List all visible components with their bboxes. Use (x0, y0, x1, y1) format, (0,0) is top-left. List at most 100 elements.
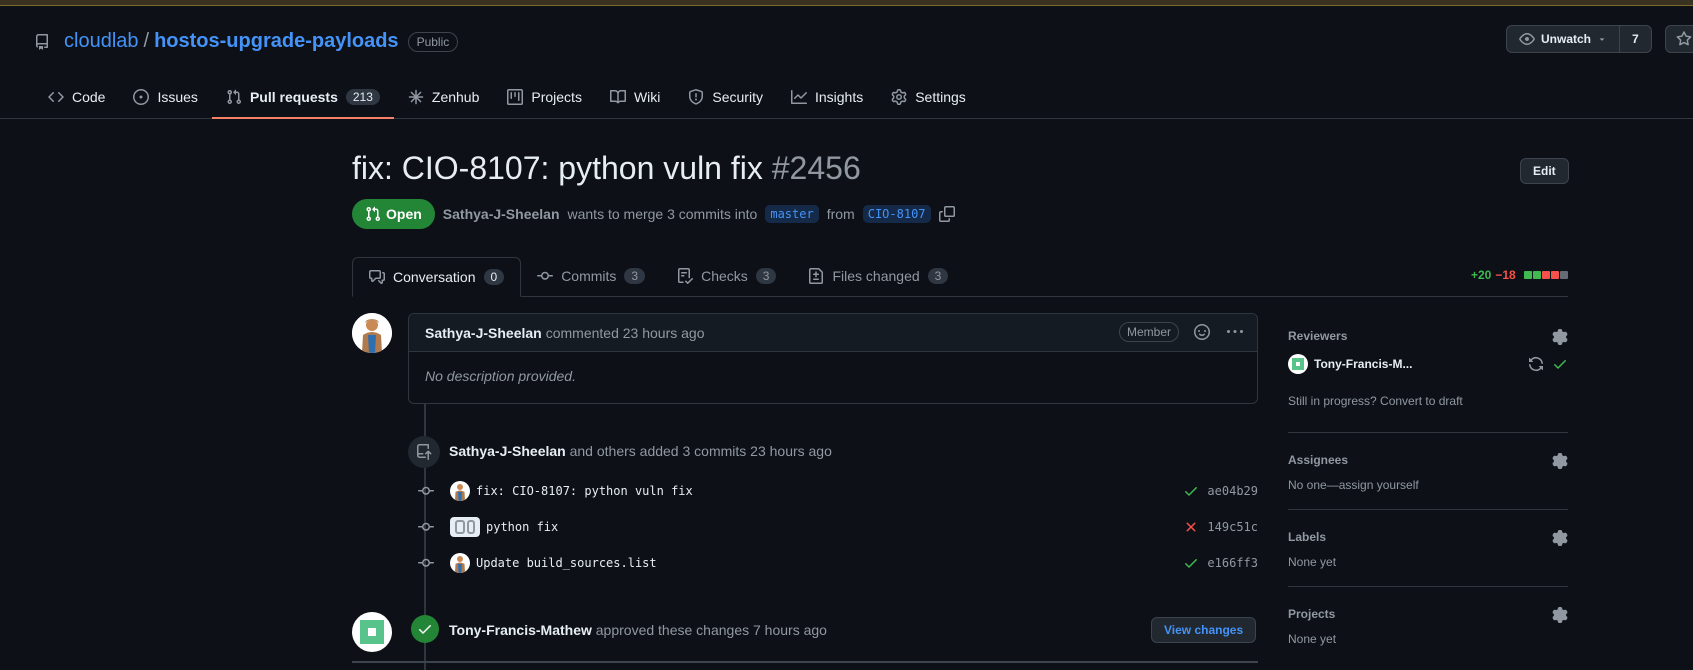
comment-author-link[interactable]: Sathya-J-Sheelan (425, 325, 542, 341)
convert-to-draft-link[interactable]: Still in progress? Convert to draft (1288, 394, 1463, 408)
pull-requests-counter: 213 (345, 88, 380, 105)
commit-message-link[interactable]: Update build_sources.list (476, 556, 657, 570)
reviewer-name: Tony-Francis-M... (1314, 357, 1413, 371)
unwatch-button[interactable]: Unwatch (1506, 25, 1621, 53)
x-icon[interactable] (1183, 519, 1199, 535)
sync-icon[interactable] (1528, 356, 1544, 372)
caret-down-icon (1599, 38, 1605, 41)
eye-icon (1519, 33, 1535, 45)
reviewer-item[interactable]: Tony-Francis-M... (1288, 354, 1568, 374)
tab-issues[interactable]: Issues (119, 74, 211, 119)
check-icon[interactable] (1183, 555, 1199, 571)
status-badge: Open (352, 199, 435, 229)
commits-event-description: and others added 3 commits 23 hours ago (569, 443, 832, 459)
page-title: fix: CIO-8107: python vuln fix #2456 (352, 150, 861, 187)
commit-icon (537, 271, 554, 280)
shield-icon (689, 88, 704, 105)
list-item: Update build_sources.list e166ff3 (412, 551, 1258, 575)
list-item: fix: CIO-8107: python vuln fix ae04b29 (412, 479, 1258, 503)
list-item: python fix 149c51c (412, 515, 1258, 539)
base-branch[interactable]: master (765, 205, 819, 223)
commit-sha-link[interactable]: ae04b29 (1207, 484, 1258, 498)
review-event-author[interactable]: Tony-Francis-Mathew (449, 622, 592, 638)
review-event-text: Tony-Francis-Mathew approved these chang… (449, 622, 827, 638)
commit-message-link[interactable]: python fix (486, 520, 558, 534)
kebab-horizontal-icon[interactable] (1227, 324, 1243, 340)
repo-header: cloudlab / hostos-upgrade-payloads Publi… (0, 6, 1693, 119)
avatar[interactable] (450, 481, 470, 501)
tab-commits[interactable]: Commits 3 (521, 256, 661, 296)
commits-event-author[interactable]: Sathya-J-Sheelan (449, 443, 566, 459)
tab-settings[interactable]: Settings (877, 74, 980, 119)
view-changes-button[interactable]: View changes (1151, 617, 1257, 643)
repo-title: cloudlab / hostos-upgrade-payloads Publi… (34, 30, 459, 53)
tab-insights[interactable]: Insights (777, 74, 877, 119)
tab-settings-label: Settings (915, 88, 966, 105)
tab-security[interactable]: Security (674, 74, 777, 119)
pull-request-icon (227, 89, 241, 104)
check-icon (1554, 360, 1566, 369)
gear-icon[interactable] (1552, 453, 1568, 469)
commit-meta: 149c51c (1183, 519, 1258, 535)
repo-name-link[interactable]: hostos-upgrade-payloads (154, 30, 398, 53)
pull-request-icon (366, 206, 381, 222)
reviewers-title[interactable]: Reviewers (1288, 329, 1347, 343)
assign-yourself-link[interactable]: No one—assign yourself (1288, 478, 1419, 492)
comment-box: Sathya-J-Sheelan commented 23 hours ago … (408, 313, 1258, 404)
pr-state-row: Open Sathya-J-Sheelan wants to merge 3 c… (352, 199, 955, 229)
edit-title-button[interactable]: Edit (1520, 158, 1569, 184)
diffstat: +20 −18 (1471, 268, 1568, 282)
gear-icon[interactable] (1552, 329, 1568, 345)
gear-icon[interactable] (1552, 607, 1568, 623)
tab-conversation[interactable]: Conversation 0 (352, 257, 522, 297)
tab-files-changed[interactable]: Files changed 3 (792, 256, 964, 296)
gear-icon (891, 88, 907, 105)
avatar[interactable] (352, 612, 392, 652)
diff-blocks (1523, 271, 1568, 279)
commit-sha-link[interactable]: e166ff3 (1207, 556, 1258, 570)
avatar[interactable] (352, 313, 392, 353)
diff-deletions: −18 (1495, 268, 1516, 282)
avatar[interactable] (450, 517, 480, 537)
diff-block (1532, 271, 1541, 279)
pr-author-link[interactable]: Sathya-J-Sheelan (443, 206, 560, 222)
assignees-title[interactable]: Assignees (1288, 453, 1348, 467)
tab-wiki-label: Wiki (633, 88, 661, 105)
labels-title[interactable]: Labels (1288, 530, 1326, 544)
reviewers-section: Reviewers Tony-Francis-M... Still in pro… (1288, 310, 1568, 433)
copy-icon[interactable] (938, 206, 955, 222)
commit-meta: e166ff3 (1183, 555, 1258, 571)
labels-value: None yet (1288, 555, 1337, 569)
repo-owner-link[interactable]: cloudlab (64, 30, 139, 53)
star-button[interactable] (1665, 25, 1693, 53)
tab-zenhub-label: Zenhub (431, 88, 480, 105)
tab-wiki[interactable]: Wiki (596, 74, 674, 119)
tab-zenhub[interactable]: Zenhub (394, 74, 493, 119)
tab-commits-count: 3 (624, 268, 646, 284)
tab-checks-count: 3 (755, 268, 777, 284)
review-event-description: approved these changes 7 hours ago (595, 622, 827, 638)
repo-push-event-icon (408, 436, 440, 468)
head-branch[interactable]: CIO-8107 (862, 205, 931, 223)
tab-pull-requests[interactable]: Pull requests 213 (211, 74, 394, 119)
avatar[interactable] (450, 553, 470, 573)
tab-checks-label: Checks (701, 268, 748, 284)
tab-files-changed-label: Files changed (832, 268, 920, 284)
zenhub-icon (408, 89, 424, 104)
watchers-count[interactable]: 7 (1620, 25, 1652, 53)
repo-push-icon (417, 444, 432, 460)
tab-checks[interactable]: Checks 3 (661, 256, 792, 296)
commit-sha-link[interactable]: 149c51c (1207, 520, 1258, 534)
gear-icon[interactable] (1552, 530, 1568, 546)
comment-meta[interactable]: commented 23 hours ago (546, 325, 705, 341)
smiley-icon[interactable] (1194, 324, 1210, 340)
tab-projects[interactable]: Projects (493, 74, 596, 119)
tab-security-label: Security (712, 88, 763, 105)
commit-message-link[interactable]: fix: CIO-8107: python vuln fix (476, 484, 693, 498)
tab-projects-label: Projects (531, 88, 582, 105)
book-icon (609, 89, 626, 103)
check-icon[interactable] (1183, 483, 1199, 499)
pr-title-text: fix: CIO-8107: python vuln fix (352, 150, 763, 186)
projects-title[interactable]: Projects (1288, 607, 1335, 621)
tab-code[interactable]: Code (34, 74, 119, 119)
